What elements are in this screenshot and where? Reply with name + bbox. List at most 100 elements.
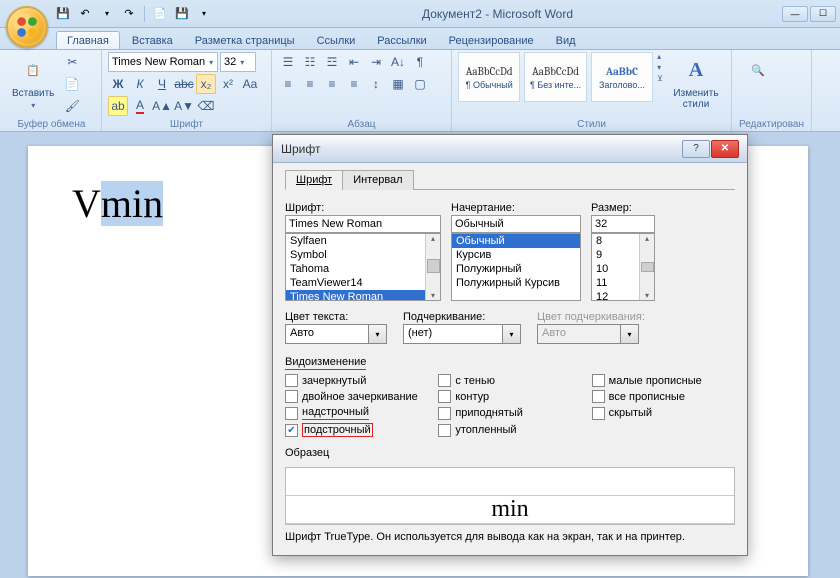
label-font: Шрифт:	[285, 202, 441, 214]
subscript-button[interactable]: x₂	[196, 74, 216, 94]
dialog-help-button[interactable]: ?	[682, 140, 710, 158]
chk-dstrike[interactable]: двойное зачеркивание	[285, 390, 428, 403]
copy-icon[interactable]: 📄	[62, 74, 82, 94]
tab-insert[interactable]: Вставка	[122, 32, 183, 49]
list-item[interactable]: Курсив	[452, 248, 580, 262]
scrollbar[interactable]: ▴▾	[425, 234, 440, 300]
chk-outline[interactable]: контур	[438, 390, 581, 403]
tab-review[interactable]: Рецензирование	[439, 32, 544, 49]
save-icon[interactable]: 💾	[54, 5, 72, 23]
tab-references[interactable]: Ссылки	[307, 32, 366, 49]
style-heading1[interactable]: AaBbCЗаголово...	[591, 52, 653, 102]
clear-format-button[interactable]: ⌫	[196, 96, 216, 116]
list-item[interactable]: Symbol	[286, 248, 440, 262]
chk-allcaps[interactable]: все прописные	[592, 390, 735, 403]
dialog-tab-spacing[interactable]: Интервал	[342, 170, 413, 190]
grow-font-button[interactable]: A▲	[152, 96, 172, 116]
paste-icon: 📋	[17, 54, 49, 86]
sort-button[interactable]: A↓	[388, 52, 408, 72]
numbering-button[interactable]: ☷	[300, 52, 320, 72]
font-name-combo[interactable]: Times New Roman▾	[108, 52, 218, 72]
tab-view[interactable]: Вид	[546, 32, 586, 49]
cut-icon[interactable]: ✂	[62, 52, 82, 72]
justify-button[interactable]: ≡	[344, 74, 364, 94]
style-nospacing[interactable]: AaBbCcDd¶ Без инте...	[524, 52, 586, 102]
font-listbox[interactable]: Sylfaen Symbol Tahoma TeamViewer14 Times…	[285, 233, 441, 301]
chk-smallcaps[interactable]: малые прописные	[592, 374, 735, 387]
paste-button[interactable]: 📋 Вставить ▾	[8, 52, 58, 112]
tab-layout[interactable]: Разметка страницы	[185, 32, 305, 49]
list-item[interactable]: Обычный	[452, 234, 580, 248]
underline-dropdown[interactable]: (нет)▾	[403, 324, 521, 344]
chk-emboss[interactable]: приподнятый	[438, 406, 581, 420]
align-center-button[interactable]: ≡	[300, 74, 320, 94]
strike-button[interactable]: abc	[174, 74, 194, 94]
dialog-tab-font[interactable]: Шрифт	[285, 170, 343, 190]
find-button[interactable]: 🔍	[738, 52, 778, 88]
office-button[interactable]	[6, 6, 48, 48]
find-icon: 🔍	[742, 54, 774, 86]
highlight-button[interactable]: ab	[108, 96, 128, 116]
show-marks-button[interactable]: ¶	[410, 52, 430, 72]
ribbon-tabs: Главная Вставка Разметка страницы Ссылки…	[0, 28, 840, 50]
styles-up-icon[interactable]: ▴	[657, 52, 663, 61]
line-spacing-button[interactable]: ↕	[366, 74, 386, 94]
indent-dec-button[interactable]: ⇤	[344, 52, 364, 72]
list-item[interactable]: Tahoma	[286, 262, 440, 276]
styles-more-icon[interactable]: ⊻	[657, 74, 663, 83]
minimize-button[interactable]: —	[782, 6, 808, 22]
style-normal[interactable]: AaBbCcDd¶ Обычный	[458, 52, 520, 102]
qat-more-icon[interactable]: ▾	[195, 5, 213, 23]
font-input[interactable]	[285, 215, 441, 233]
style-listbox[interactable]: Обычный Курсив Полужирный Полужирный Кур…	[451, 233, 581, 301]
maximize-button[interactable]: ☐	[810, 6, 836, 22]
shrink-font-button[interactable]: A▼	[174, 96, 194, 116]
list-item[interactable]: Sylfaen	[286, 234, 440, 248]
qat-item-icon[interactable]: 📄	[151, 5, 169, 23]
tab-home[interactable]: Главная	[56, 31, 120, 49]
size-listbox[interactable]: 8 9 10 11 12 ▴▾	[591, 233, 655, 301]
list-item[interactable]: Times New Roman	[286, 290, 440, 301]
scrollbar[interactable]: ▴▾	[639, 234, 654, 300]
format-painter-icon[interactable]: 🖌	[62, 96, 82, 116]
chk-engrave[interactable]: утопленный	[438, 423, 581, 437]
chk-sub[interactable]: подстрочный	[285, 423, 428, 437]
size-input[interactable]	[591, 215, 655, 233]
undo-icon[interactable]: ↶	[76, 5, 94, 23]
underline-button[interactable]: Ч	[152, 74, 172, 94]
change-case-button[interactable]: Aa	[240, 74, 260, 94]
superscript-button[interactable]: x²	[218, 74, 238, 94]
qat-dropdown-icon[interactable]: ▾	[98, 5, 116, 23]
chk-shadow[interactable]: с тенью	[438, 374, 581, 387]
shading-button[interactable]: ▦	[388, 74, 408, 94]
bullets-button[interactable]: ☰	[278, 52, 298, 72]
font-size-combo[interactable]: 32▾	[220, 52, 256, 72]
list-item[interactable]: Полужирный Курсив	[452, 276, 580, 290]
dialog-titlebar[interactable]: Шрифт ? ✕	[273, 135, 747, 163]
chk-super[interactable]: надстрочный	[285, 406, 428, 420]
font-dialog: Шрифт ? ✕ Шрифт Интервал Шрифт: Sylfaen …	[272, 134, 748, 556]
font-color-button[interactable]: A	[130, 96, 150, 116]
tab-mailings[interactable]: Рассылки	[367, 32, 436, 49]
titlebar: 💾 ↶ ▾ ↷ 📄 💾 ▾ Документ2 - Microsoft Word…	[0, 0, 840, 28]
italic-button[interactable]: К	[130, 74, 150, 94]
align-right-button[interactable]: ≡	[322, 74, 342, 94]
style-input[interactable]	[451, 215, 581, 233]
align-left-button[interactable]: ≡	[278, 74, 298, 94]
label-style: Начертание:	[451, 202, 581, 214]
styles-down-icon[interactable]: ▾	[657, 63, 663, 72]
multilevel-button[interactable]: ☲	[322, 52, 342, 72]
qat-item-icon[interactable]: 💾	[173, 5, 191, 23]
redo-icon[interactable]: ↷	[120, 5, 138, 23]
chk-hidden[interactable]: скрытый	[592, 406, 735, 420]
borders-button[interactable]: ▢	[410, 74, 430, 94]
list-item[interactable]: Полужирный	[452, 262, 580, 276]
dialog-close-button[interactable]: ✕	[711, 140, 739, 158]
indent-inc-button[interactable]: ⇥	[366, 52, 386, 72]
list-item[interactable]: TeamViewer14	[286, 276, 440, 290]
chk-strike[interactable]: зачеркнутый	[285, 374, 428, 387]
change-styles-icon: A	[680, 54, 712, 86]
bold-button[interactable]: Ж	[108, 74, 128, 94]
change-styles-button[interactable]: A Изменить стили	[667, 52, 725, 112]
color-dropdown[interactable]: Авто▾	[285, 324, 387, 344]
